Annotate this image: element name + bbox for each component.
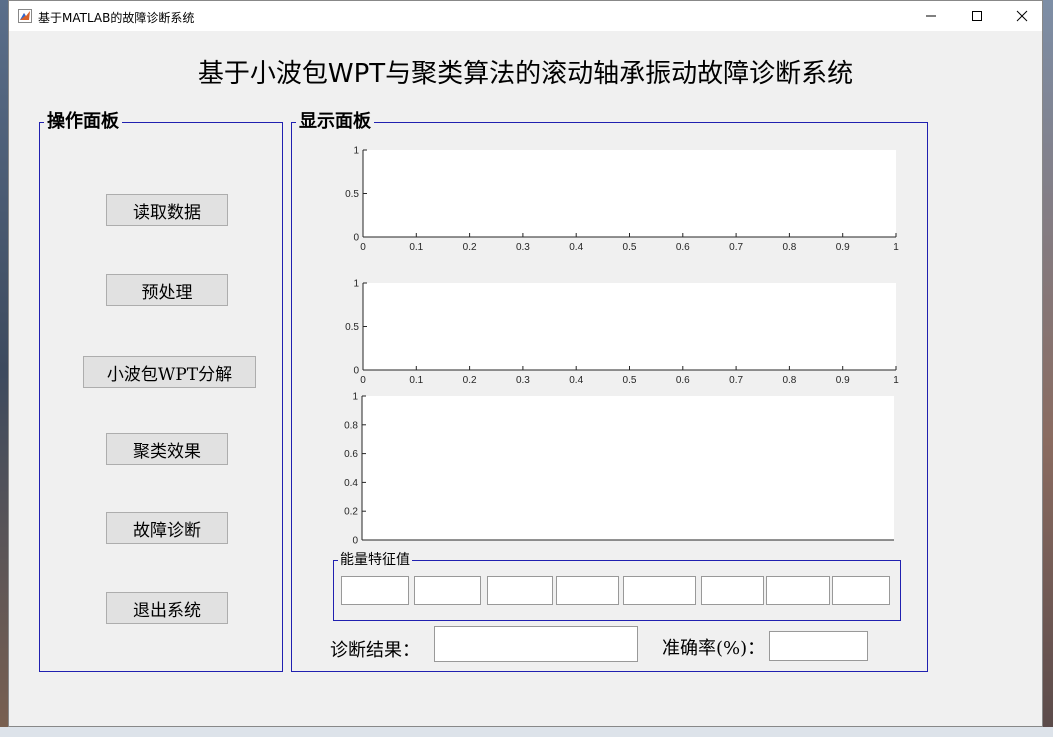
preprocess-button[interactable]: 预处理 [106,274,228,306]
display-panel: 显示面板 0 0.5 1 0 0.1 0.2 0.3 0.4 0.5 0.6 0.7 0.8 0.9 1 … [291,111,928,672]
energy-feature-group: 能量特征值 [333,551,901,621]
feature-value-8[interactable] [832,576,890,605]
feature-value-1[interactable] [341,576,409,605]
wpt-decompose-button[interactable]: 小波包WPT分解 [83,356,256,388]
feature-value-6[interactable] [701,576,764,605]
read-data-button[interactable]: 读取数据 [106,194,228,226]
close-icon [1016,10,1028,22]
feature-value-4[interactable] [556,576,619,605]
clustering-result-button[interactable]: 聚类效果 [106,433,228,465]
taskbar [0,727,1053,737]
diagnosis-result-field[interactable] [434,626,638,662]
feature-value-7[interactable] [766,576,830,605]
app-window: 基于MATLAB的故障诊断系统 基于小波包WPT与聚类算法的滚动轴承振动故障诊断… [8,0,1043,727]
feature-value-5[interactable] [623,576,696,605]
y-tick-label: 0.4 [344,478,358,489]
y-tick-label: 1 [352,392,358,403]
fault-diagnosis-button[interactable]: 故障诊断 [106,512,228,544]
desktop-background-right [1043,0,1053,737]
y-tick-label: 0.6 [344,449,358,460]
close-button[interactable] [999,1,1045,31]
accuracy-field[interactable] [769,631,868,661]
operation-panel: 操作面板 读取数据 预处理 小波包WPT分解 聚类效果 故障诊断 退出系统 [39,111,283,672]
energy-feature-title: 能量特征值 [338,551,412,569]
maximize-icon [972,11,982,21]
minimize-icon [926,15,936,17]
operation-panel-title: 操作面板 [44,111,122,133]
maximize-button[interactable] [954,1,1000,31]
matlab-icon [18,9,32,23]
desktop-background-left [0,0,8,737]
main-title: 基于小波包WPT与聚类算法的滚动轴承振动故障诊断系统 [197,59,854,89]
y-tick-label: 0 [352,536,358,547]
minimize-button[interactable] [908,1,954,31]
feature-value-2[interactable] [414,576,481,605]
title-bar[interactable]: 基于MATLAB的故障诊断系统 [9,1,1042,31]
y-tick-label: 0.2 [344,507,358,518]
y-tick-label: 0.8 [344,420,358,431]
accuracy-label: 准确率(%)： [662,638,766,659]
window-title: 基于MATLAB的故障诊断系统 [38,11,195,25]
feature-value-3[interactable] [487,576,553,605]
exit-button[interactable]: 退出系统 [106,592,228,624]
diagnosis-result-label: 诊断结果： [330,640,420,661]
